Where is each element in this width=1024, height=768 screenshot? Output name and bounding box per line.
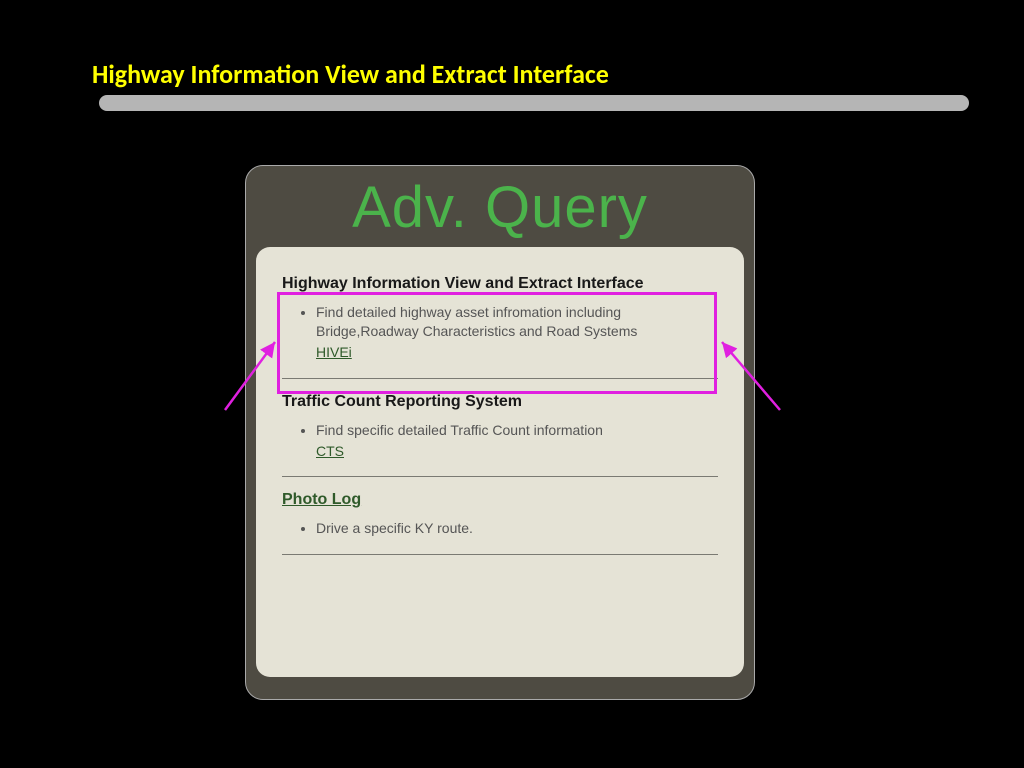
- cts-link[interactable]: CTS: [316, 442, 344, 461]
- page-title: Highway Information View and Extract Int…: [92, 58, 609, 90]
- divider: [282, 378, 718, 379]
- section-photo-log: Photo Log Drive a specific KY route.: [282, 491, 718, 538]
- list-item: Drive a specific KY route.: [316, 519, 676, 538]
- adv-query-card: Adv. Query Highway Information View and …: [245, 165, 755, 700]
- bullet-text: Find detailed highway asset infromation …: [316, 304, 637, 339]
- section-hivei: Highway Information View and Extract Int…: [282, 275, 718, 362]
- card-body: Highway Information View and Extract Int…: [256, 247, 744, 677]
- divider: [282, 476, 718, 477]
- bullet-text: Drive a specific KY route.: [316, 520, 473, 536]
- list-item: Find detailed highway asset infromation …: [316, 303, 676, 362]
- card-title: Adv. Query: [246, 166, 754, 247]
- photo-log-link[interactable]: Photo Log: [282, 491, 718, 509]
- section-heading-hivei: Highway Information View and Extract Int…: [282, 275, 718, 293]
- title-underline: [99, 95, 969, 111]
- section-traffic-count: Traffic Count Reporting System Find spec…: [282, 393, 718, 461]
- list-item: Find specific detailed Traffic Count inf…: [316, 421, 676, 461]
- divider: [282, 554, 718, 555]
- section-heading-traffic: Traffic Count Reporting System: [282, 393, 718, 411]
- bullet-text: Find specific detailed Traffic Count inf…: [316, 422, 603, 438]
- hivei-link[interactable]: HIVEi: [316, 343, 352, 362]
